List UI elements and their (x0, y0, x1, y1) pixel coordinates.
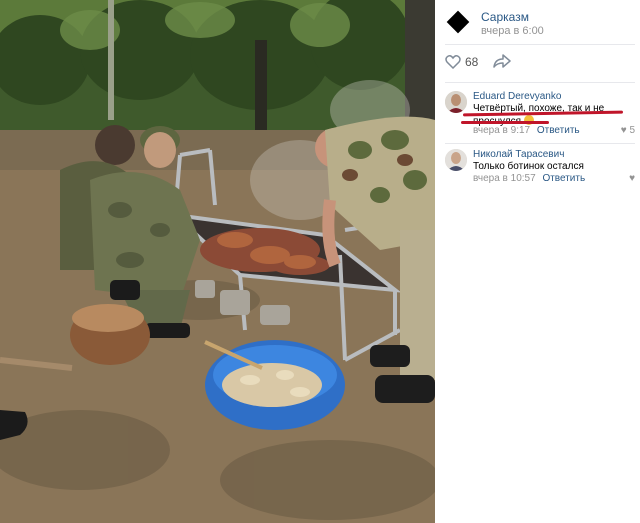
divider (445, 82, 635, 83)
comment-like[interactable]: ♥ 5 (621, 125, 635, 136)
commenter-avatar[interactable] (445, 91, 467, 113)
barbecue-photo (0, 0, 435, 523)
like-icon: ♥ (629, 173, 635, 184)
group-avatar[interactable] (445, 9, 471, 35)
comment-time[interactable]: вчера в 10:57 (473, 173, 536, 184)
comment-meta: вчера в 10:57 Ответить (473, 173, 585, 184)
share-icon[interactable] (493, 54, 511, 73)
like-icon: ♥ (620, 125, 627, 136)
reply-link[interactable]: Ответить (542, 173, 585, 184)
heart-icon[interactable] (445, 54, 461, 74)
commenter-avatar[interactable] (445, 149, 467, 171)
reply-link[interactable]: Ответить (537, 125, 580, 136)
comment-time[interactable]: вчера в 9:17 (473, 125, 530, 136)
comment-like-count: 5 (629, 125, 635, 136)
divider (445, 143, 635, 144)
comment-author[interactable]: Николай Тарасевич (473, 149, 564, 160)
divider (445, 44, 635, 45)
post-time[interactable]: вчера в 6:00 (481, 25, 544, 37)
group-name-link[interactable]: Сарказм (481, 10, 529, 24)
post-sidebar: Сарказм вчера в 6:00 68 Eduard Derevyank… (435, 0, 640, 523)
like-count: 68 (465, 55, 479, 69)
comment-text: Только ботинок остался (473, 161, 584, 172)
comment-item: Eduard Derevyanko Четвёртый, похоже, так… (445, 91, 635, 137)
comment-item: Николай Тарасевич Только ботинок остался… (445, 149, 635, 185)
comment-meta: вчера в 9:17 Ответить (473, 125, 580, 136)
comment-like[interactable]: ♥ (629, 173, 635, 184)
highlight-underline (461, 121, 549, 124)
post-photo[interactable] (0, 0, 435, 523)
comment-author[interactable]: Eduard Derevyanko (473, 91, 561, 102)
